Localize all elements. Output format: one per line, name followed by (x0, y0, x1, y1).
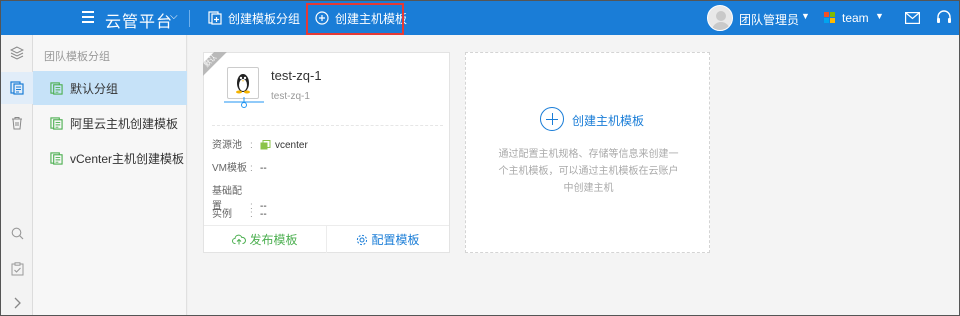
create-group-label: 创建模板分组 (228, 11, 301, 26)
group-sidebar: 团队模板分组 默认分组 阿里云主机创建模板 vCenter主机创建模板 (33, 35, 187, 315)
sidebar-item-label: 阿里云主机创建模板 (70, 116, 179, 131)
team-name[interactable]: team (842, 11, 869, 25)
folder-add-icon (208, 11, 222, 25)
linux-icon (227, 67, 259, 99)
rail-item-tasks[interactable] (1, 253, 33, 285)
network-base-icon (224, 97, 264, 108)
create-template-link[interactable]: 创建主机模板 (572, 112, 644, 129)
rail-item-search[interactable] (1, 217, 33, 249)
team-logo-icon (824, 12, 836, 24)
sidebar-title: 团队模板分组 (44, 51, 110, 63)
card-footer: 发布模板 配置模板 (204, 225, 449, 253)
highlight-annotation (306, 3, 404, 35)
top-bar: 云管平台 ⌵ 创建模板分组 创建主机模板 团队管理员 ▼ team ▼ (1, 1, 959, 35)
sidebar-item-label: 默认分组 (70, 81, 119, 96)
mail-icon[interactable] (905, 12, 920, 24)
create-template-description: 通过配置主机规格、存储等信息来创建一个主机模板，可以通过主机模板在云账户中创建主… (498, 149, 679, 194)
clipboard-check-icon (11, 262, 23, 276)
template-subname: test-zq-1 (271, 91, 310, 102)
template-icon (50, 151, 63, 165)
team-chevron-down-icon[interactable]: ▼ (875, 11, 884, 21)
main-content: 默认 test-zq-1 test-zq-1 资源池: vcenter VM模板:… (188, 35, 959, 315)
sidebar-item-aliyun[interactable]: 阿里云主机创建模板 (33, 106, 187, 140)
trash-icon (12, 117, 22, 130)
hamburger-menu-icon[interactable] (82, 11, 94, 23)
divider (212, 125, 443, 126)
gear-icon (357, 234, 368, 245)
user-chevron-down-icon[interactable]: ▼ (801, 11, 810, 21)
divider (189, 10, 190, 27)
configure-template-button[interactable]: 配置模板 (327, 226, 449, 253)
template-card[interactable]: 默认 test-zq-1 test-zq-1 资源池: vcenter VM模板:… (203, 52, 450, 253)
field-vm-template: VM模板: -- (212, 163, 267, 174)
template-icon (10, 81, 24, 95)
publish-template-button[interactable]: 发布模板 (204, 226, 327, 253)
template-icon (50, 116, 63, 130)
plus-circle-icon[interactable] (540, 107, 564, 131)
field-instance: 实例: -- (212, 209, 267, 220)
create-group-button[interactable]: 创建模板分组 (208, 1, 300, 35)
chevron-down-icon[interactable]: ⌵ (170, 11, 178, 22)
app-title[interactable]: 云管平台 (105, 8, 173, 32)
headset-icon[interactable] (936, 10, 952, 26)
default-ribbon: 默认 (203, 52, 229, 78)
create-template-card[interactable]: 创建主机模板 通过配置主机规格、存储等信息来创建一个主机模板，可以通过主机模板在… (465, 52, 710, 253)
field-resource-pool: 资源池: vcenter (212, 139, 308, 151)
sidebar-item-vcenter[interactable]: vCenter主机创建模板 (33, 141, 187, 175)
rail-expand-button[interactable] (1, 287, 33, 316)
left-rail (1, 35, 33, 315)
rail-item-recycle[interactable] (1, 107, 33, 139)
template-icon (50, 81, 63, 95)
avatar[interactable] (707, 5, 733, 31)
cloud-upload-icon (232, 234, 247, 245)
logo-area (1, 1, 68, 35)
rail-item-templates[interactable] (1, 72, 33, 104)
template-name: test-zq-1 (271, 68, 322, 83)
layers-icon (10, 46, 24, 60)
chevron-right-icon (14, 297, 21, 309)
sidebar-item-label: vCenter主机创建模板 (70, 151, 185, 166)
rail-item-layers[interactable] (1, 37, 33, 69)
user-name[interactable]: 团队管理员 (739, 11, 799, 28)
vcenter-icon (260, 139, 271, 150)
sidebar-item-default-group[interactable]: 默认分组 (33, 71, 187, 105)
search-icon (11, 227, 23, 239)
